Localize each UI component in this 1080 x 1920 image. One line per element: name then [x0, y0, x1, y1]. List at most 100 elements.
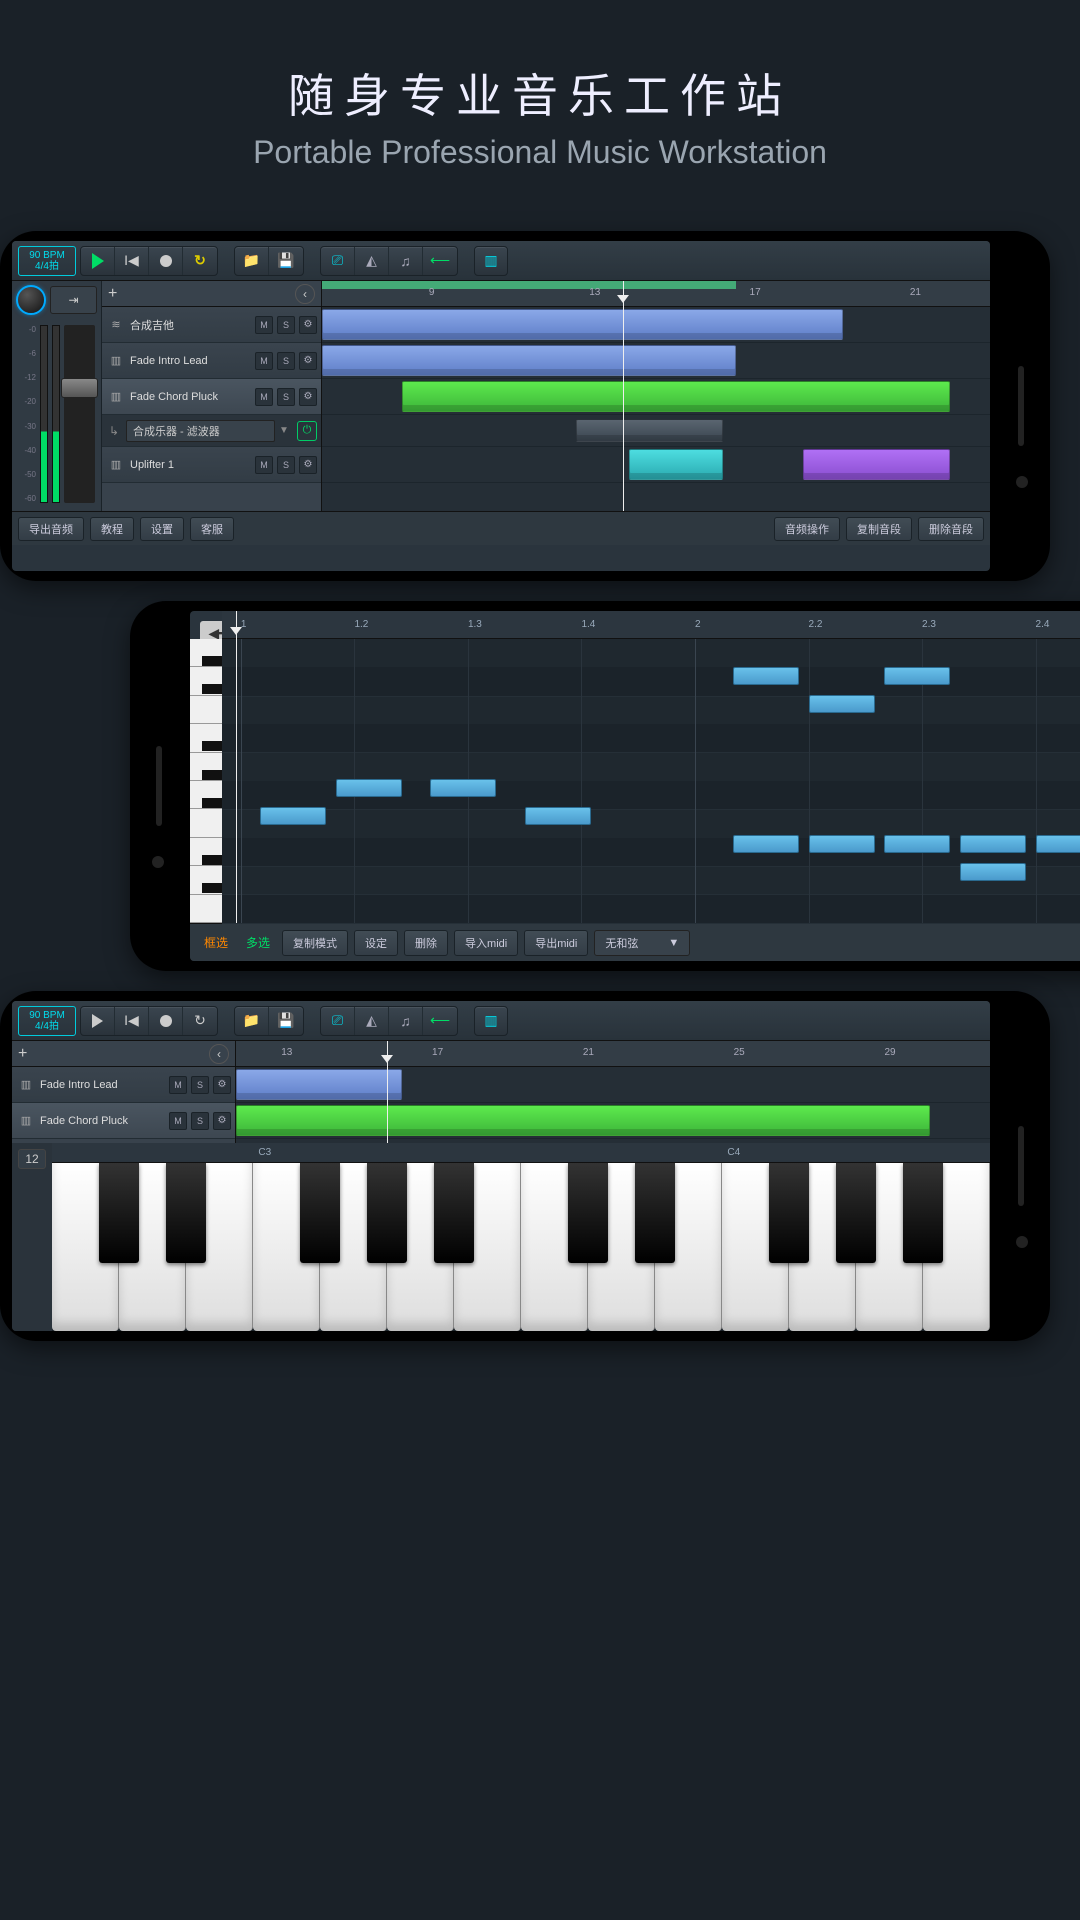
add-track-button[interactable]: +	[18, 1045, 27, 1063]
midi-note[interactable]	[884, 835, 950, 853]
black-key[interactable]	[99, 1163, 138, 1263]
midi-clip[interactable]	[402, 381, 950, 412]
play-button[interactable]	[81, 247, 115, 275]
midi-note[interactable]	[1036, 835, 1080, 853]
midi-clip[interactable]	[629, 449, 723, 480]
black-key[interactable]	[166, 1163, 205, 1263]
save-button[interactable]: 💾	[269, 247, 303, 275]
delete-clip-button[interactable]: 删除音段	[918, 517, 984, 541]
box-select-mode[interactable]: 框选	[198, 934, 234, 951]
midi-clip[interactable]	[236, 1069, 402, 1100]
midi-note[interactable]	[260, 807, 326, 825]
snap-button[interactable]: ⟵	[423, 1007, 457, 1035]
export-audio-button[interactable]: 导出音频	[18, 517, 84, 541]
timeline-ruler[interactable]: 9 13 17 21	[322, 281, 990, 307]
solo-button[interactable]: S	[277, 456, 295, 474]
playhead[interactable]	[623, 281, 624, 511]
notes-button[interactable]: ♫	[389, 247, 423, 275]
expand-button[interactable]: ⇥	[50, 286, 97, 314]
arrangement-view[interactable]: 13 17 21 25 29	[236, 1041, 990, 1143]
track-row[interactable]: ▥ Uplifter 1 M S	[102, 447, 321, 483]
record-button[interactable]	[149, 1007, 183, 1035]
rewind-button[interactable]: I◀	[115, 247, 149, 275]
musical-keyboard[interactable]: C3 C4	[52, 1143, 990, 1331]
export-midi-button[interactable]: 导出midi	[524, 930, 588, 956]
octave-selector[interactable]: 12	[18, 1149, 45, 1169]
multi-select-mode[interactable]: 多选	[240, 934, 276, 951]
copy-mode-button[interactable]: 复制模式	[282, 930, 348, 956]
track-row[interactable]: ▥ Fade Chord Pluck M S	[12, 1103, 235, 1139]
set-button[interactable]: 设定	[354, 930, 398, 956]
keyboard-button[interactable]: ▥	[474, 1006, 508, 1036]
midi-note[interactable]	[733, 835, 799, 853]
track-settings-button[interactable]	[213, 1076, 231, 1094]
black-key[interactable]	[836, 1163, 875, 1263]
midi-note[interactable]	[809, 835, 875, 853]
midi-note[interactable]	[336, 779, 402, 797]
track-row[interactable]: ▥ Fade Intro Lead M S	[12, 1067, 235, 1103]
mute-button[interactable]: M	[169, 1112, 187, 1130]
loop-button[interactable]: ↻	[183, 1007, 217, 1035]
solo-button[interactable]: S	[277, 352, 295, 370]
metronome-button[interactable]: ◭	[355, 1007, 389, 1035]
black-key[interactable]	[367, 1163, 406, 1263]
back-button[interactable]: ‹	[295, 284, 315, 304]
solo-button[interactable]: S	[277, 388, 295, 406]
black-key[interactable]	[903, 1163, 942, 1263]
black-key[interactable]	[769, 1163, 808, 1263]
piano-roll-grid[interactable]	[222, 639, 1080, 923]
add-track-button[interactable]: +	[108, 285, 117, 303]
tempo-button[interactable]: 90 BPM 4/4拍	[18, 246, 76, 276]
solo-button[interactable]: S	[277, 316, 295, 334]
settings-button[interactable]: 设置	[140, 517, 184, 541]
automation-clip[interactable]	[576, 419, 723, 442]
mute-button[interactable]: M	[255, 316, 273, 334]
copy-clip-button[interactable]: 复制音段	[846, 517, 912, 541]
track-row[interactable]: ▥ Fade Chord Pluck M S	[102, 379, 321, 415]
insert-select[interactable]: 合成乐器 - 滤波器	[126, 420, 275, 442]
master-pan-knob[interactable]	[16, 285, 46, 315]
track-settings-button[interactable]	[299, 316, 317, 334]
midi-note[interactable]	[525, 807, 591, 825]
import-midi-button[interactable]: 导入midi	[454, 930, 518, 956]
mixer-button[interactable]: ⎚	[321, 1007, 355, 1035]
tempo-button[interactable]: 90 BPM 4/4拍	[18, 1006, 76, 1036]
solo-button[interactable]: S	[191, 1076, 209, 1094]
back-button[interactable]: ‹	[209, 1044, 229, 1064]
chord-select[interactable]: 无和弦▼	[594, 930, 690, 956]
playhead[interactable]	[236, 611, 237, 923]
track-settings-button[interactable]	[299, 456, 317, 474]
track-row[interactable]: ≋ 合成吉他 M S	[102, 307, 321, 343]
mute-button[interactable]: M	[255, 388, 273, 406]
midi-clip[interactable]	[236, 1105, 930, 1136]
snap-button[interactable]: ⟵	[423, 247, 457, 275]
solo-button[interactable]: S	[191, 1112, 209, 1130]
black-key[interactable]	[300, 1163, 339, 1263]
rewind-button[interactable]: I◀	[115, 1007, 149, 1035]
piano-roll-ruler[interactable]: 1 1.2 1.3 1.4 2 2.2 2.3 2.4	[222, 611, 1080, 639]
open-button[interactable]: 📁	[235, 1007, 269, 1035]
black-key[interactable]	[434, 1163, 473, 1263]
timeline-ruler[interactable]: 13 17 21 25 29	[236, 1041, 990, 1067]
midi-note[interactable]	[884, 667, 950, 685]
delete-button[interactable]: 删除	[404, 930, 448, 956]
midi-note[interactable]	[960, 863, 1026, 881]
mute-button[interactable]: M	[169, 1076, 187, 1094]
mute-button[interactable]: M	[255, 352, 273, 370]
playhead[interactable]	[387, 1041, 388, 1143]
loop-button[interactable]: ↻	[183, 247, 217, 275]
play-button[interactable]	[81, 1007, 115, 1035]
master-fader[interactable]	[64, 325, 95, 503]
midi-clip[interactable]	[322, 345, 736, 376]
metronome-button[interactable]: ◭	[355, 247, 389, 275]
midi-note[interactable]	[733, 667, 799, 685]
arrangement-view[interactable]: 9 13 17 21	[322, 281, 990, 511]
keyboard-button[interactable]: ▥	[474, 246, 508, 276]
black-key[interactable]	[635, 1163, 674, 1263]
open-button[interactable]: 📁	[235, 247, 269, 275]
loop-region[interactable]	[322, 281, 736, 289]
midi-note[interactable]	[809, 695, 875, 713]
track-settings-button[interactable]	[213, 1112, 231, 1130]
record-button[interactable]	[149, 247, 183, 275]
midi-note[interactable]	[430, 779, 496, 797]
